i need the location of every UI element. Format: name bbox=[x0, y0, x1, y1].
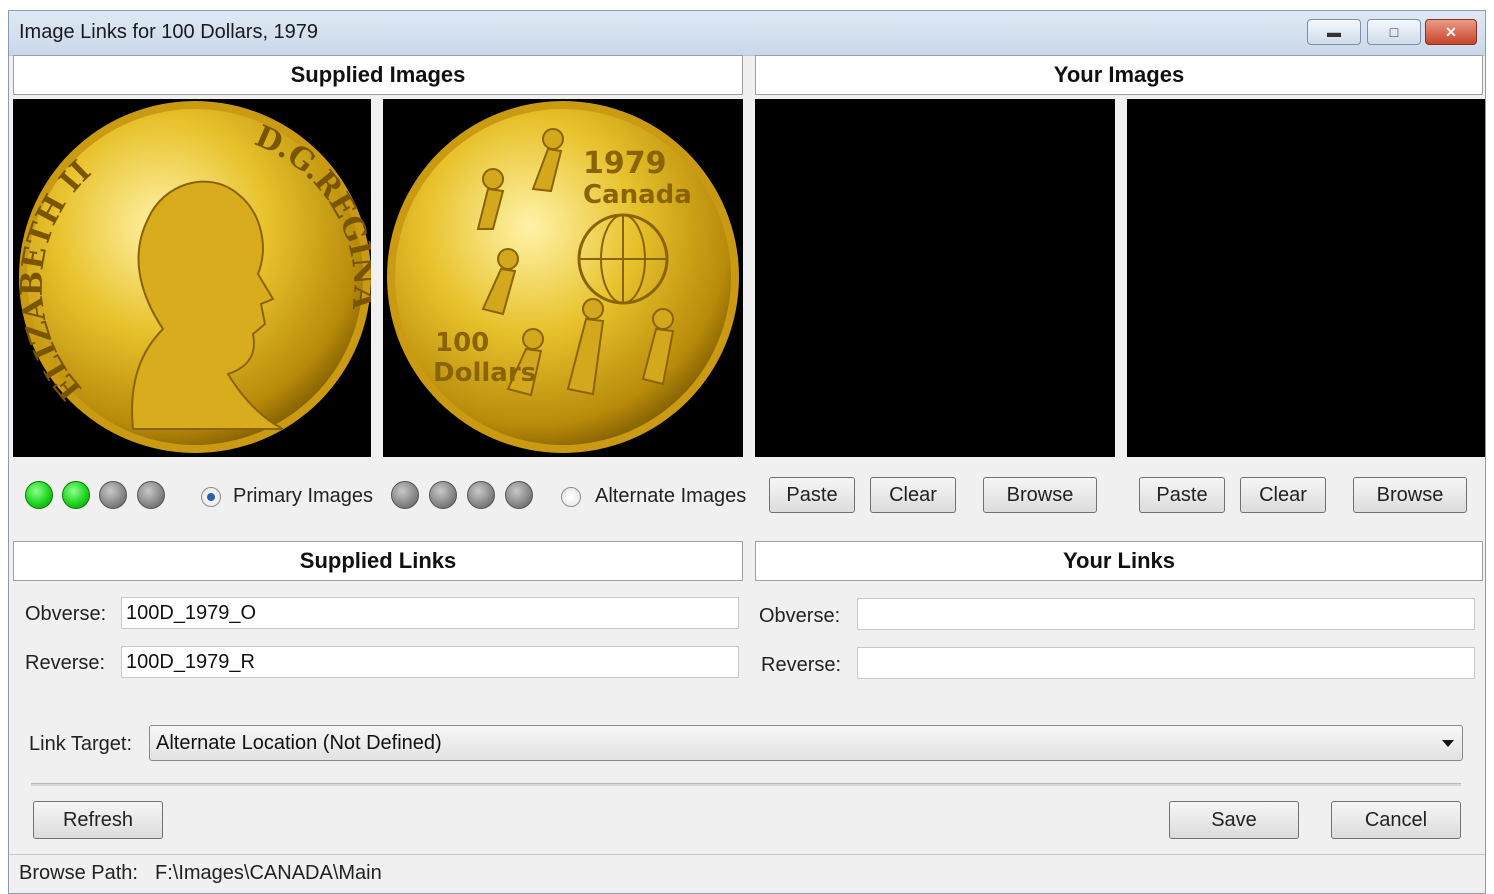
status-bar: Browse Path: F:\Images\CANADA\Main bbox=[9, 854, 1485, 893]
reverse-country-text: Canada bbox=[583, 180, 692, 210]
supplied-reverse-field[interactable]: 100D_1979_R bbox=[121, 646, 739, 678]
window-title: Image Links for 100 Dollars, 1979 bbox=[19, 21, 319, 43]
your-obverse-label: Obverse: bbox=[759, 605, 841, 627]
obverse-coin-image: ELIZABETH II D.G.REGINA bbox=[15, 101, 382, 453]
primary-images-label: Primary Images bbox=[233, 485, 374, 507]
alternate-indicator-3 bbox=[467, 481, 495, 509]
clear-obverse-button[interactable]: Clear bbox=[870, 477, 956, 513]
minimize-icon: ▬ bbox=[1327, 24, 1341, 40]
alternate-indicator-4 bbox=[505, 481, 533, 509]
primary-indicator-1 bbox=[25, 481, 53, 509]
divider bbox=[31, 783, 1461, 786]
your-reverse-label: Reverse: bbox=[761, 654, 842, 676]
supplied-images-header: Supplied Images bbox=[13, 55, 743, 95]
browse-path-value: F:\Images\CANADA\Main bbox=[155, 862, 382, 884]
supplied-reverse-label: Reverse: bbox=[25, 652, 106, 674]
reverse-value-bottom: Dollars bbox=[433, 358, 536, 388]
supplied-obverse-field[interactable]: 100D_1979_O bbox=[121, 597, 739, 629]
alternate-images-label: Alternate Images bbox=[595, 485, 747, 507]
title-bar: Image Links for 100 Dollars, 1979 ▬ □ ✕ bbox=[9, 11, 1485, 56]
maximize-icon: □ bbox=[1389, 24, 1399, 40]
your-obverse-field[interactable] bbox=[857, 598, 1475, 630]
primary-images-radio[interactable] bbox=[201, 487, 221, 507]
refresh-button[interactable]: Refresh bbox=[33, 801, 163, 839]
primary-indicator-4 bbox=[137, 481, 165, 509]
close-icon: ✕ bbox=[1445, 24, 1457, 40]
supplied-links-header: Supplied Links bbox=[13, 541, 743, 581]
reverse-value-top: 100 bbox=[435, 328, 489, 358]
close-button[interactable]: ✕ bbox=[1425, 19, 1477, 45]
link-target-select[interactable]: Alternate Location (Not Defined) bbox=[149, 725, 1463, 761]
your-obverse-image[interactable] bbox=[755, 99, 1115, 457]
browse-path-label: Browse Path: bbox=[19, 862, 138, 884]
reverse-year-text: 1979 bbox=[583, 146, 667, 181]
browse-reverse-button[interactable]: Browse bbox=[1353, 477, 1467, 513]
supplied-reverse-image[interactable]: 1979 Canada 100 Dollars bbox=[383, 99, 743, 457]
radio-selected-dot bbox=[207, 493, 215, 501]
minimize-button[interactable]: ▬ bbox=[1307, 19, 1361, 45]
image-links-window: Image Links for 100 Dollars, 1979 ▬ □ ✕ … bbox=[8, 10, 1486, 894]
alternate-indicator-1 bbox=[391, 481, 419, 509]
chevron-down-icon bbox=[1442, 740, 1454, 747]
paste-obverse-button[interactable]: Paste bbox=[769, 477, 855, 513]
your-links-header: Your Links bbox=[755, 541, 1483, 581]
alternate-images-radio[interactable] bbox=[561, 487, 581, 507]
link-target-label: Link Target: bbox=[29, 733, 133, 755]
your-images-header: Your Images bbox=[755, 55, 1483, 95]
supplied-obverse-image[interactable]: ELIZABETH II D.G.REGINA bbox=[13, 99, 382, 457]
primary-indicator-3 bbox=[99, 481, 127, 509]
alternate-indicator-2 bbox=[429, 481, 457, 509]
primary-indicator-2 bbox=[62, 481, 90, 509]
maximize-button[interactable]: □ bbox=[1367, 19, 1421, 45]
save-button[interactable]: Save bbox=[1169, 801, 1299, 839]
clear-reverse-button[interactable]: Clear bbox=[1240, 477, 1326, 513]
your-reverse-image[interactable] bbox=[1127, 99, 1485, 457]
reverse-coin-image: 1979 Canada 100 Dollars bbox=[387, 101, 739, 453]
supplied-obverse-label: Obverse: bbox=[25, 603, 107, 625]
cancel-button[interactable]: Cancel bbox=[1331, 801, 1461, 839]
your-reverse-field[interactable] bbox=[857, 647, 1475, 679]
paste-reverse-button[interactable]: Paste bbox=[1139, 477, 1225, 513]
link-target-value: Alternate Location (Not Defined) bbox=[156, 732, 442, 754]
browse-obverse-button[interactable]: Browse bbox=[983, 477, 1097, 513]
